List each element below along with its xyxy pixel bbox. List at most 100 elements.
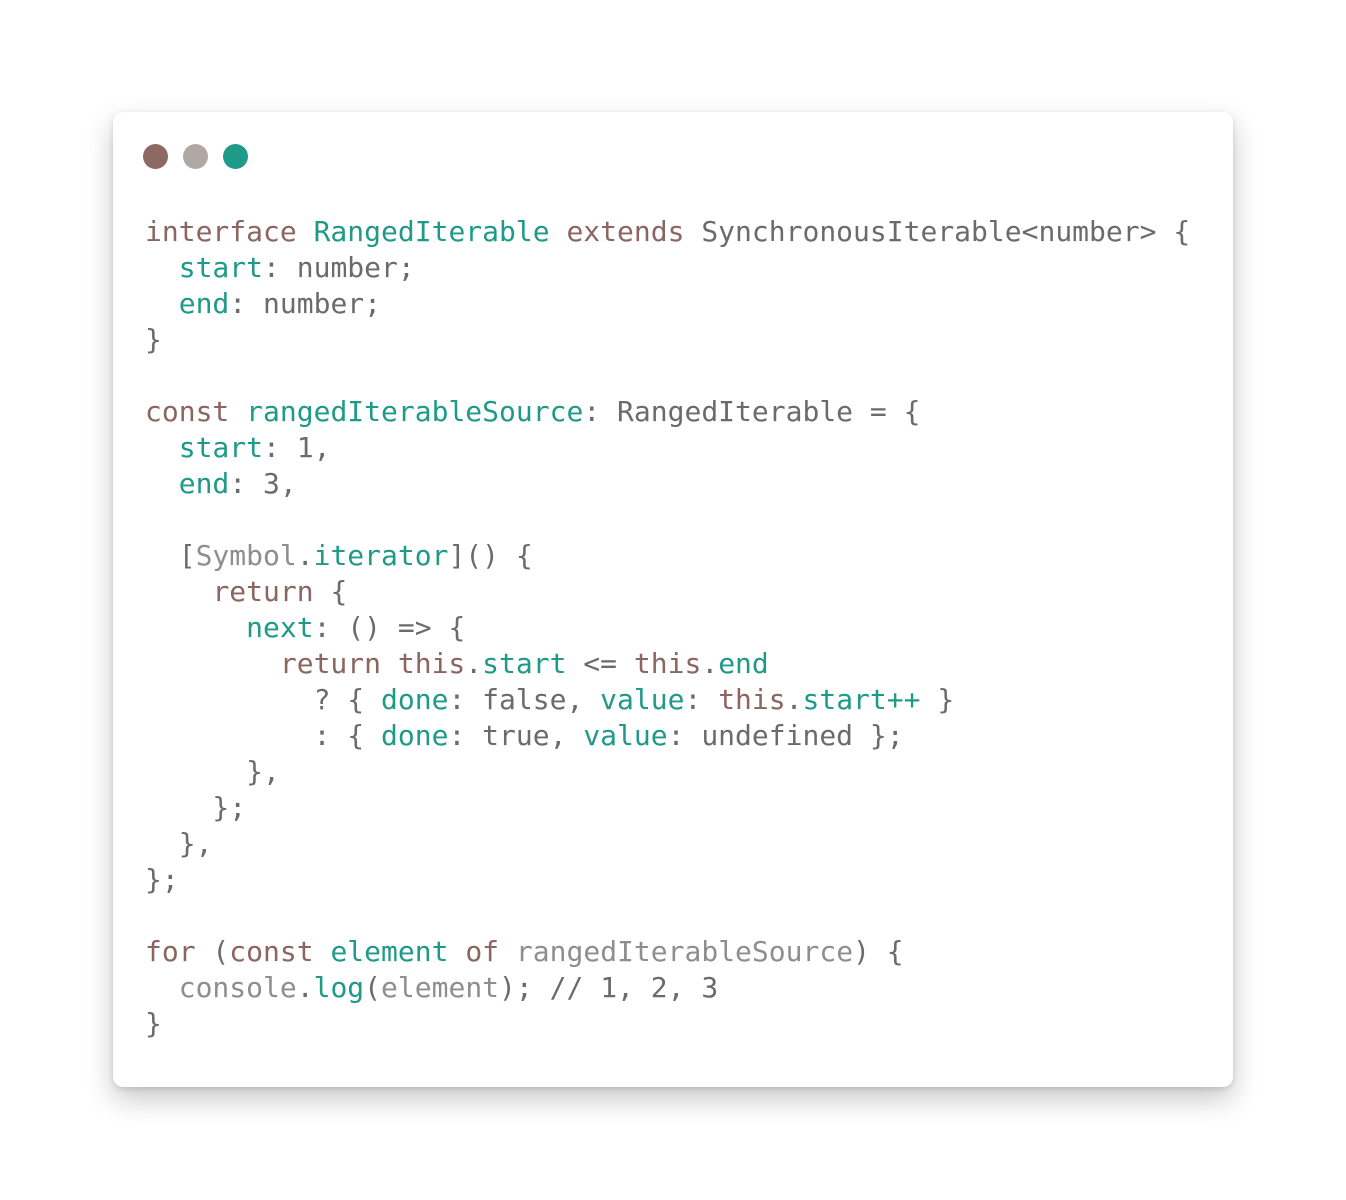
code-token-muted: Symbol	[195, 539, 297, 572]
code-token-plain: .	[701, 647, 719, 680]
code-token-plain: : true,	[448, 719, 584, 752]
code-line: };	[145, 790, 1190, 826]
code-token-plain: ) {	[853, 935, 904, 968]
code-token-property: start	[178, 251, 264, 284]
code-token-keyword: this	[718, 683, 786, 716]
code-token-keyword: this	[633, 647, 702, 680]
code-token-property: next	[246, 611, 314, 644]
code-token-keyword: extends	[549, 215, 702, 248]
close-button[interactable]	[143, 144, 168, 169]
code-token-plain: :	[684, 683, 719, 716]
code-token-plain: : 3,	[229, 467, 297, 500]
code-line: const rangedIterableSource: RangedIterab…	[145, 394, 1190, 430]
code-line: next: () => {	[145, 610, 1190, 646]
code-line: [Symbol.iterator]() {	[145, 538, 1190, 574]
code-token-keyword: of	[448, 935, 516, 968]
code-token-plain: (	[195, 935, 230, 968]
code-line: start: 1,	[145, 430, 1190, 466]
code-token-plain: SynchronousIterable<number> {	[701, 215, 1191, 248]
code-token-plain: }	[920, 683, 955, 716]
code-line: };	[145, 862, 1190, 898]
code-token-plain: : number;	[263, 251, 415, 284]
code-line: end: number;	[145, 286, 1190, 322]
code-token-plain: .	[296, 971, 314, 1004]
code-token-keyword: const	[145, 395, 247, 428]
code-line: interface RangedIterable extends Synchro…	[145, 214, 1190, 250]
code-token-plain: ); // 1, 2, 3	[499, 971, 719, 1004]
code-token-plain: ? {	[145, 683, 382, 716]
code-token-muted: console	[178, 971, 297, 1004]
code-token-plain: : {	[145, 719, 382, 752]
minimize-button[interactable]	[183, 144, 208, 169]
code-line: for (const element of rangedIterableSour…	[145, 934, 1190, 970]
code-token-plain: : undefined };	[667, 719, 904, 752]
code-token-muted: element	[381, 971, 500, 1004]
code-token-plain: .	[296, 539, 314, 572]
maximize-button[interactable]	[223, 144, 248, 169]
code-line: : { done: true, value: undefined };	[145, 718, 1190, 754]
code-token-property: done	[381, 719, 449, 752]
code-token-plain: .	[785, 683, 803, 716]
code-token-keyword: interface	[145, 215, 314, 248]
code-token-plain: : 1,	[263, 431, 331, 464]
code-token-plain: }	[145, 1007, 162, 1040]
code-token-plain: (	[364, 971, 382, 1004]
code-line: return {	[145, 574, 1190, 610]
code-token-property: start++	[802, 683, 921, 716]
code-token-plain: : false,	[448, 683, 601, 716]
code-line: }	[145, 322, 1190, 358]
code-token-muted: rangedIterableSource	[515, 935, 854, 968]
code-token-plain: };	[145, 791, 247, 824]
code-token-plain: ]() {	[448, 539, 533, 572]
code-window: interface RangedIterable extends Synchro…	[113, 112, 1233, 1087]
code-token-keyword: const	[229, 935, 331, 968]
code-token-type-name: element	[330, 935, 449, 968]
code-line: start: number;	[145, 250, 1190, 286]
code-line: }	[145, 1006, 1190, 1042]
code-line: end: 3,	[145, 466, 1190, 502]
code-token-keyword: return	[212, 575, 314, 608]
code-token-keyword: for	[145, 935, 196, 968]
code-token-property: start	[178, 431, 264, 464]
code-token-plain: : number;	[229, 287, 382, 320]
code-line: console.log(element); // 1, 2, 3	[145, 970, 1190, 1006]
code-line: },	[145, 754, 1190, 790]
code-token-property: value	[600, 683, 685, 716]
code-token-plain: };	[145, 863, 179, 896]
code-token-keyword: return this	[279, 647, 466, 680]
code-token-property: start	[482, 647, 567, 680]
code-token-type-name: RangedIterable	[313, 215, 550, 248]
code-token-type-name: rangedIterableSource	[246, 395, 584, 428]
code-token-property: iterator	[313, 539, 449, 572]
code-line: return this.start <= this.end	[145, 646, 1190, 682]
code-token-plain: [	[145, 539, 196, 572]
code-token-plain: },	[145, 755, 280, 788]
code-token-property: end	[718, 647, 769, 680]
code-token-property: end	[178, 467, 230, 500]
code-token-plain: : () => {	[313, 611, 466, 644]
code-token-property: done	[381, 683, 449, 716]
code-token-plain: <=	[566, 647, 634, 680]
code-token-plain: : RangedIterable = {	[583, 395, 921, 428]
code-line: ? { done: false, value: this.start++ }	[145, 682, 1190, 718]
window-controls	[143, 144, 263, 169]
code-token-plain: },	[145, 827, 213, 860]
code-token-property: value	[583, 719, 668, 752]
code-line: },	[145, 826, 1190, 862]
code-token-plain: }	[145, 323, 162, 356]
code-block: interface RangedIterable extends Synchro…	[145, 214, 1190, 1042]
code-token-plain: .	[465, 647, 483, 680]
code-token-plain: {	[313, 575, 348, 608]
code-token-property: end	[178, 287, 230, 320]
